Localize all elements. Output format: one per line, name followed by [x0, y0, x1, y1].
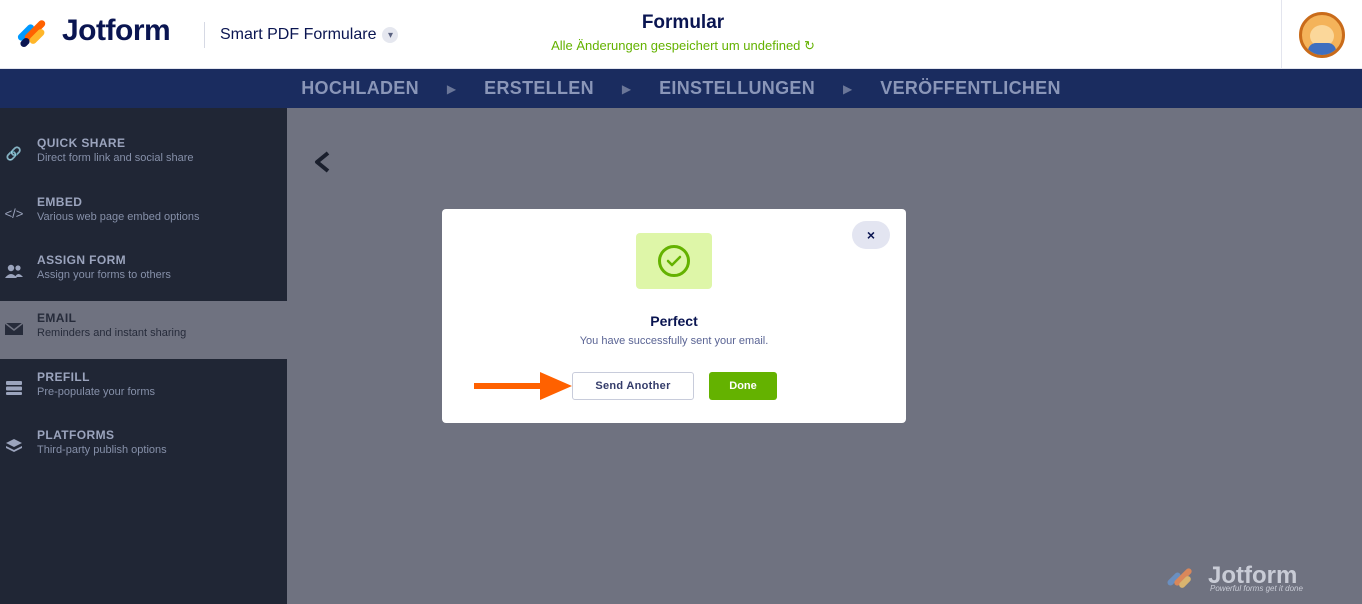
sidebar-item-platforms[interactable]: PLATFORMS Third-party publish options — [0, 418, 287, 476]
product-switcher[interactable]: Smart PDF Formulare ▾ — [220, 26, 399, 44]
sidebar-item-title: ASSIGN FORM — [37, 253, 127, 267]
sidebar-item-embed[interactable]: </> EMBED Various web page embed options — [0, 185, 287, 243]
annotation-arrow-icon — [474, 372, 572, 400]
sidebar-item-assign-form[interactable]: ASSIGN FORM Assign your forms to others — [0, 243, 287, 301]
prefill-icon — [4, 378, 24, 398]
code-icon: </> — [4, 205, 24, 221]
watermark-tagline: Powerful forms get it done — [1210, 584, 1303, 593]
header-divider — [204, 22, 205, 48]
close-icon: × — [866, 227, 876, 243]
chevron-down-icon: ▾ — [382, 27, 399, 43]
sidebar-item-prefill[interactable]: PREFILL Pre-populate your forms — [0, 360, 287, 418]
send-another-button[interactable]: Send Another — [572, 372, 694, 400]
sidebar-item-title: PLATFORMS — [37, 428, 115, 442]
sidebar-item-subtitle: Reminders and instant sharing — [37, 327, 187, 339]
form-title-area: Formular Alle Änderungen gespeichert um … — [480, 12, 886, 54]
dialog-message: You have successfully sent your email. — [579, 335, 769, 347]
sidebar-item-subtitle: Pre-populate your forms — [37, 386, 155, 398]
avatar[interactable] — [1299, 11, 1345, 58]
close-button[interactable]: × — [852, 221, 890, 249]
save-status: Alle Änderungen gespeichert um undefined… — [480, 38, 886, 54]
success-badge — [636, 233, 712, 289]
step-navigation: HOCHLADEN ▶ ERSTELLEN ▶ EINSTELLUNGEN ▶ … — [0, 69, 1362, 108]
sidebar-item-subtitle: Assign your forms to others — [37, 269, 171, 281]
users-icon — [4, 261, 24, 281]
jotform-watermark: Jotform Powerful forms get it done — [1166, 562, 1348, 596]
done-button[interactable]: Done — [709, 372, 777, 400]
step-separator-icon: ▶ — [843, 81, 853, 96]
envelope-icon — [4, 319, 24, 339]
check-circle-icon — [658, 245, 690, 277]
tab-erstellen[interactable]: ERSTELLEN — [456, 78, 622, 99]
back-arrow-icon[interactable] — [312, 150, 334, 181]
sidebar-item-subtitle: Various web page embed options — [37, 211, 200, 223]
logo-text: Jotform — [62, 14, 171, 47]
sidebar-item-title: EMBED — [37, 195, 83, 209]
publish-sidebar: 🔗 QUICK SHARE Direct form link and socia… — [0, 108, 287, 604]
tab-hochladen[interactable]: HOCHLADEN — [273, 78, 447, 99]
step-separator-icon: ▶ — [621, 81, 632, 96]
top-header: Jotform Smart PDF Formulare ▾ Formular A… — [0, 0, 1362, 69]
sidebar-item-quick-share[interactable]: 🔗 QUICK SHARE Direct form link and socia… — [0, 126, 287, 184]
sidebar-item-title: PREFILL — [37, 370, 90, 384]
user-menu[interactable] — [1281, 0, 1362, 69]
sidebar-item-subtitle: Third-party publish options — [37, 444, 167, 456]
layers-icon — [4, 436, 24, 456]
step-separator-icon: ▶ — [446, 81, 457, 96]
jotform-logo-icon — [16, 15, 50, 49]
tab-einstellungen[interactable]: EINSTELLUNGEN — [631, 78, 843, 99]
form-title[interactable]: Formular — [480, 12, 886, 34]
jotform-watermark-icon — [1166, 564, 1198, 590]
refresh-icon[interactable]: ↻ — [804, 38, 815, 53]
tab-veroeffentlichen[interactable]: VERÖFFENTLICHEN — [852, 78, 1089, 99]
jotform-logo[interactable]: Jotform — [16, 14, 171, 49]
save-status-text: Alle Änderungen gespeichert um undefined — [551, 38, 801, 53]
link-icon: 🔗 — [5, 146, 23, 161]
sidebar-item-title: QUICK SHARE — [37, 136, 126, 150]
sidebar-item-email[interactable]: EMAIL Reminders and instant sharing — [0, 301, 287, 359]
sidebar-item-title: EMAIL — [37, 311, 77, 325]
dialog-title: Perfect — [650, 313, 698, 329]
sidebar-item-subtitle: Direct form link and social share — [37, 152, 194, 164]
product-name: Smart PDF Formulare — [220, 26, 377, 43]
